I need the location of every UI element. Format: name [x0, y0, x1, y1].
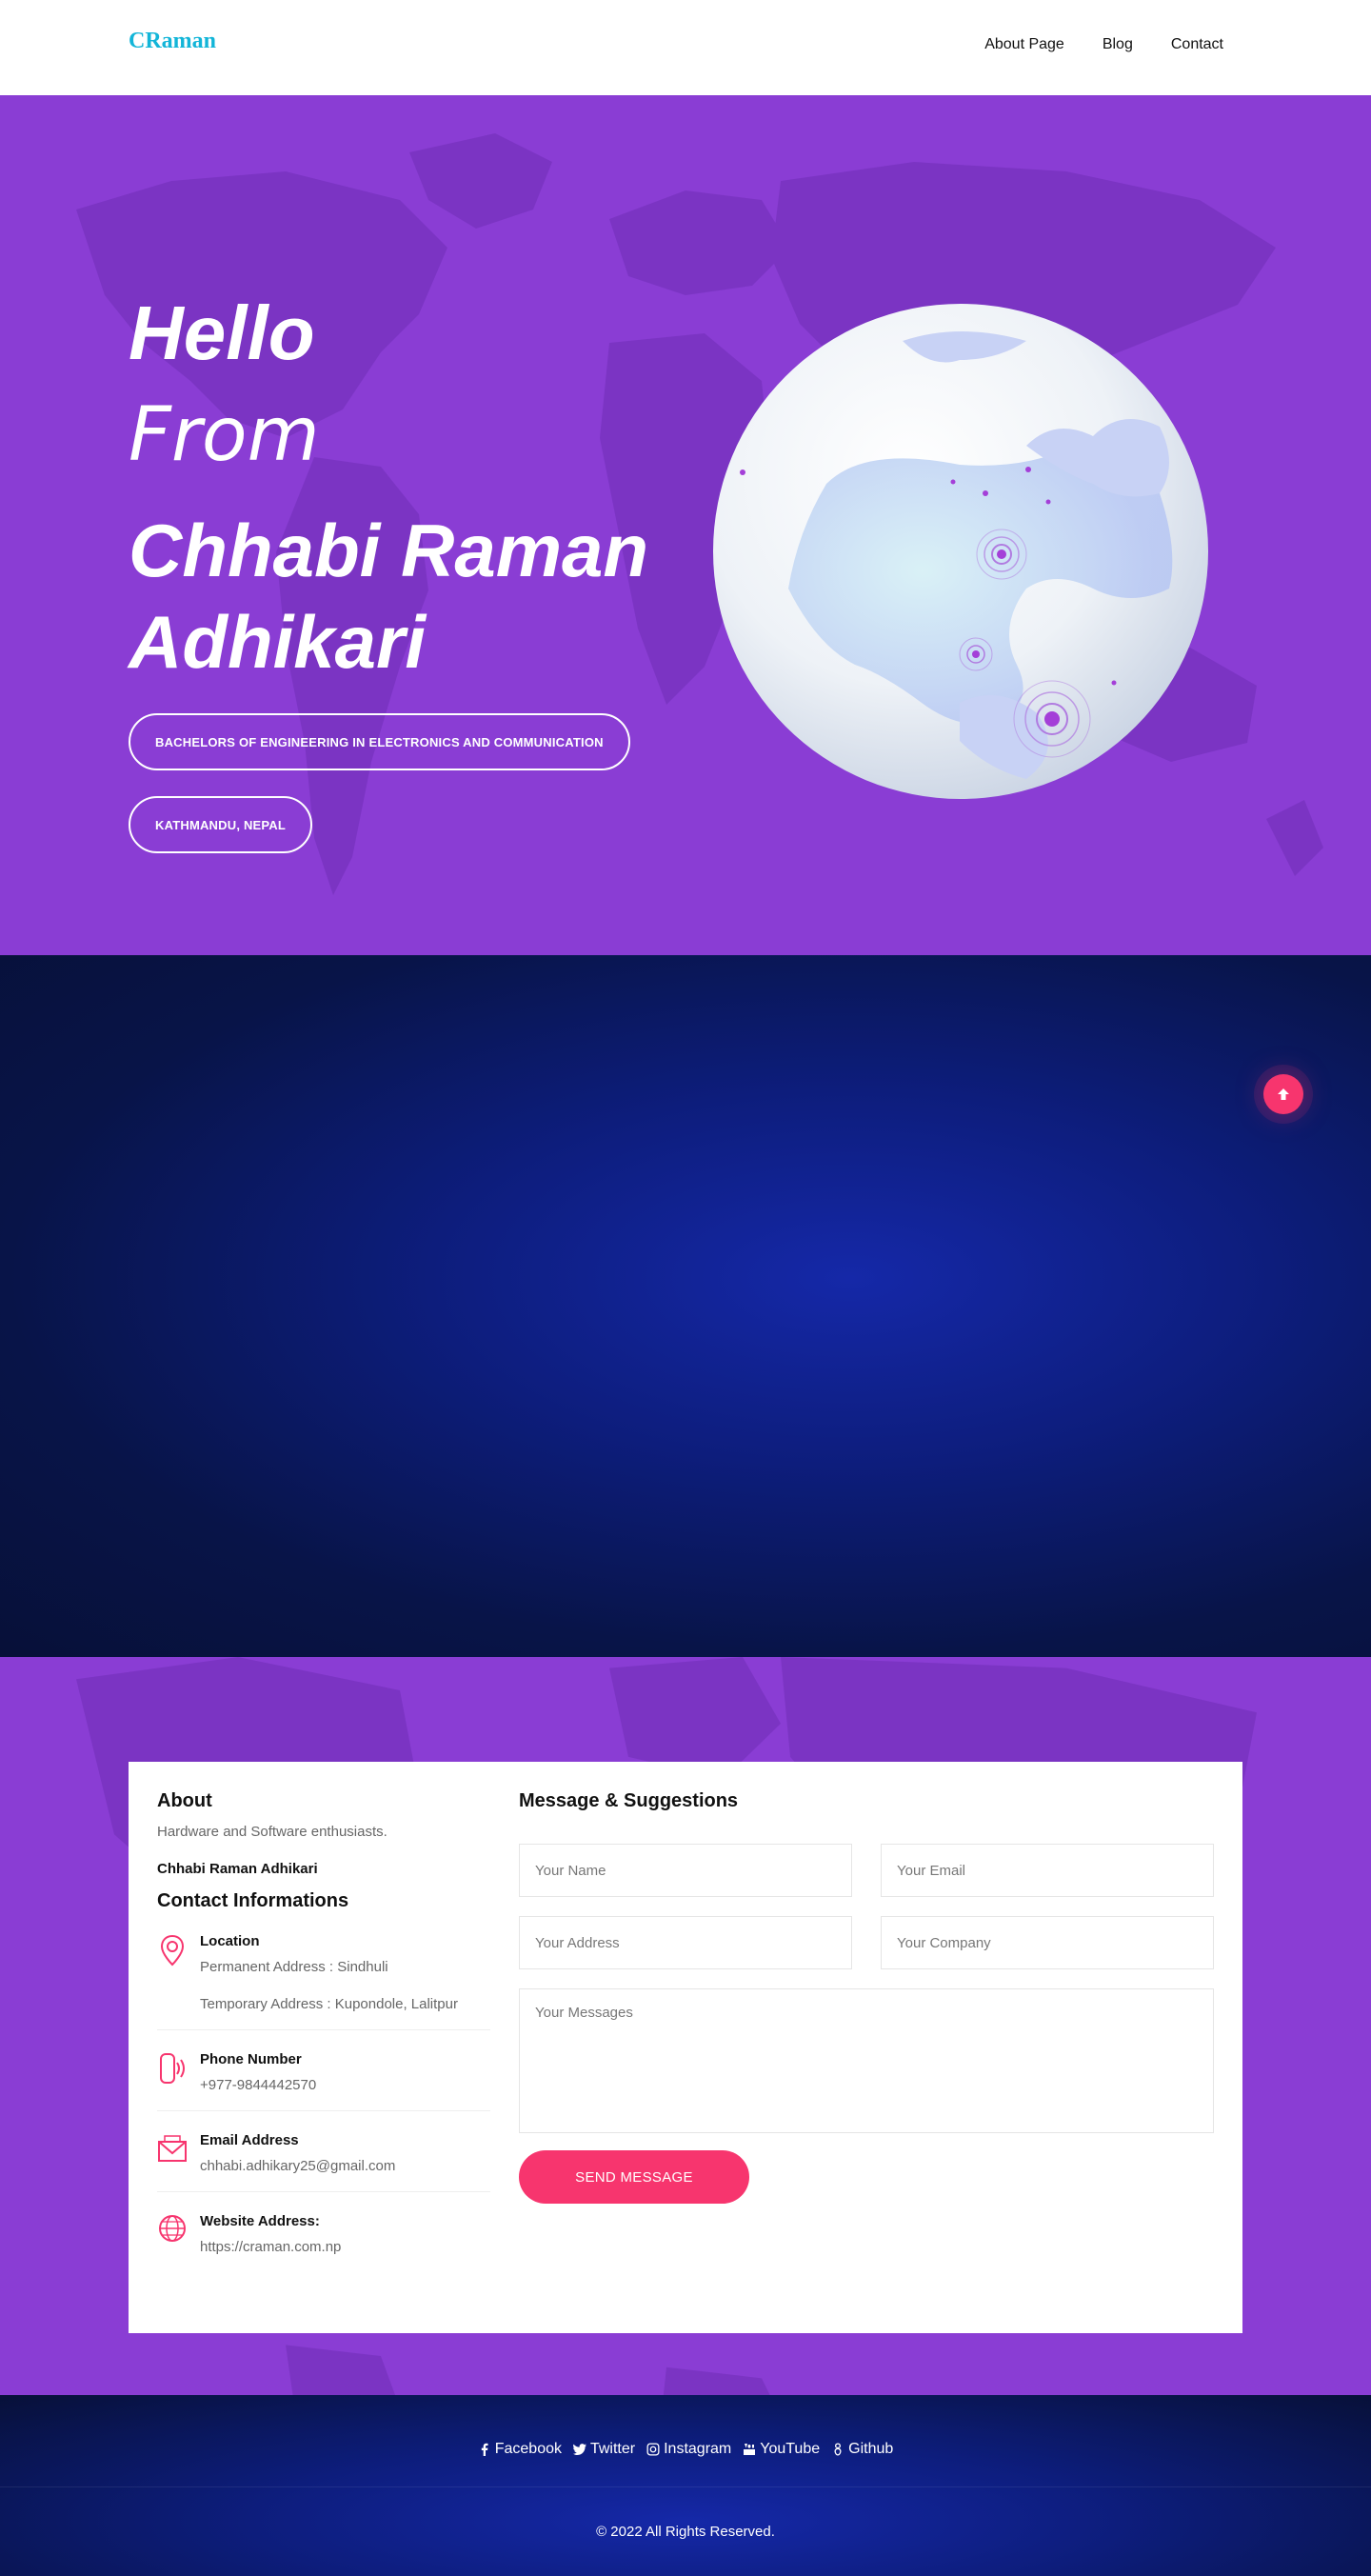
phone-value[interactable]: +977-9844442570 [200, 2077, 490, 2093]
message-heading: Message & Suggestions [519, 1790, 739, 1811]
company-input[interactable] [881, 1916, 1214, 1969]
contact-info-heading: Contact Informations [157, 1890, 349, 1911]
hero-section: Hello From Chhabi Raman Adhikari BACHELO… [0, 95, 1371, 955]
website-info: Website Address: https://craman.com.np [157, 2213, 490, 2272]
instagram-label: Instagram [664, 2441, 732, 2457]
instagram-link[interactable]: Instagram [646, 2441, 731, 2458]
footer-divider [0, 2486, 1371, 2487]
instagram-icon [646, 2443, 660, 2456]
contact-info-column: About Hardware and Software enthusiasts.… [157, 1790, 490, 2272]
site-header: CRaman About Page Blog Contact [0, 0, 1371, 95]
nav-contact[interactable]: Contact [1171, 36, 1223, 53]
degree-badge: BACHELORS OF ENGINEERING IN ELECTRONICS … [129, 713, 630, 770]
nav-blog[interactable]: Blog [1103, 36, 1133, 53]
facebook-link[interactable]: Facebook [478, 2441, 562, 2458]
website-label: Website Address: [200, 2213, 320, 2229]
youtube-label: YouTube [760, 2441, 821, 2457]
email-value[interactable]: chhabi.adhikary25@gmail.com [200, 2158, 490, 2174]
location-label: Location [200, 1933, 260, 1949]
hero-greeting: Hello [129, 290, 315, 375]
about-description: Hardware and Software enthusiasts. [157, 1824, 387, 1840]
phone-icon [160, 2053, 185, 2084]
address-input[interactable] [519, 1916, 852, 1969]
email-input[interactable] [881, 1844, 1214, 1897]
permanent-address: Permanent Address : Sindhuli [200, 1959, 388, 1975]
location-pin-icon [160, 1934, 185, 1967]
github-icon [834, 2443, 842, 2456]
scroll-to-top-button[interactable] [1263, 1074, 1303, 1114]
email-info: Email Address chhabi.adhikary25@gmail.co… [157, 2132, 490, 2192]
phone-label: Phone Number [200, 2051, 302, 2067]
website-value[interactable]: https://craman.com.np [200, 2239, 490, 2255]
twitter-link[interactable]: Twitter [572, 2441, 636, 2458]
contact-card: About Hardware and Software enthusiasts.… [129, 1762, 1242, 2333]
location-badge: KATHMANDU, NEPAL [129, 796, 313, 853]
dark-feature-section [0, 955, 1371, 1657]
github-link[interactable]: Github [831, 2441, 893, 2458]
about-heading: About [157, 1790, 212, 1811]
send-message-button[interactable]: SEND MESSAGE [519, 2150, 749, 2204]
about-name: Chhabi Raman Adhikari [157, 1861, 318, 1877]
copyright-text: © 2022 All Rights Reserved. [596, 2524, 775, 2540]
message-textarea[interactable] [519, 1988, 1214, 2133]
hero-name: Chhabi Raman Adhikari [129, 509, 649, 684]
phone-info: Phone Number +977-9844442570 [157, 2051, 490, 2111]
facebook-label: Facebook [494, 2441, 562, 2457]
name-input[interactable] [519, 1844, 852, 1897]
email-envelope-icon [158, 2135, 187, 2162]
location-info: Location Permanent Address : Sindhuli Te… [157, 1933, 490, 2030]
youtube-icon [744, 2444, 756, 2455]
youtube-link[interactable]: YouTube [743, 2441, 820, 2458]
main-nav: About Page Blog Contact [984, 36, 1223, 53]
hero-from: From [129, 392, 320, 478]
github-label: Github [848, 2441, 894, 2457]
site-logo[interactable]: CRaman [129, 29, 216, 54]
facebook-icon [481, 2443, 488, 2456]
temporary-address: Temporary Address : Kupondole, Lalitpur [200, 1996, 458, 2012]
social-links: Facebook Twitter Instagram YouTube Githu… [0, 2441, 1371, 2458]
globe-illustration [713, 304, 1208, 799]
arrow-up-icon [1278, 1088, 1289, 1100]
twitter-label: Twitter [589, 2441, 636, 2457]
nav-about-page[interactable]: About Page [984, 36, 1064, 53]
email-label: Email Address [200, 2132, 299, 2148]
twitter-icon [572, 2444, 586, 2455]
site-footer: Facebook Twitter Instagram YouTube Githu… [0, 2395, 1371, 2576]
globe-icon [159, 2215, 186, 2242]
message-form: Message & Suggestions SEND MESSAGE [519, 1790, 1214, 2204]
